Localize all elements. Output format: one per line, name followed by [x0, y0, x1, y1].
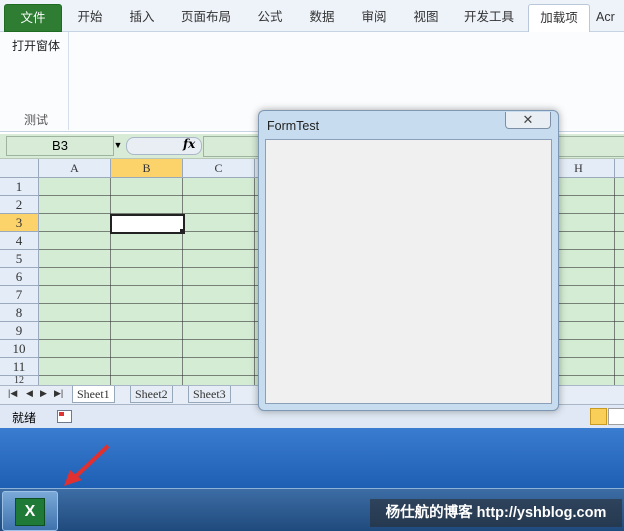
row-header-10[interactable]: 10: [0, 340, 39, 358]
row-header-11[interactable]: 11: [0, 358, 39, 376]
formtest-dialog[interactable]: FormTest ✕: [258, 110, 559, 411]
function-icon[interactable]: fx: [183, 137, 195, 151]
ribbon-group-test: 打开窗体 测试: [4, 32, 69, 130]
row-header-7[interactable]: 7: [0, 286, 39, 304]
column-header-c[interactable]: C: [183, 159, 255, 178]
dialog-body[interactable]: [265, 139, 552, 404]
row-header-6[interactable]: 6: [0, 268, 39, 286]
tab-review[interactable]: 审阅: [352, 4, 396, 30]
status-text: 就绪: [12, 411, 37, 425]
tab-data[interactable]: 数据: [300, 4, 344, 30]
prev-sheet-icon[interactable]: ◀: [26, 388, 33, 399]
column-header-partial[interactable]: [615, 159, 624, 178]
tab-acrobat[interactable]: Acr: [596, 4, 624, 30]
arrow-icon: [64, 444, 110, 486]
row-header-1[interactable]: 1: [0, 178, 39, 196]
ribbon-tab-bar: 文件 开始 插入 页面布局 公式 数据 审阅 视图 开发工具 加载项 Acr: [0, 0, 624, 33]
first-sheet-icon[interactable]: |◀: [8, 388, 17, 399]
open-form-button[interactable]: 打开窗体: [12, 37, 60, 54]
tab-developer[interactable]: 开发工具: [456, 4, 522, 30]
dialog-title: FormTest: [267, 119, 320, 133]
column-header-a[interactable]: A: [39, 159, 111, 178]
chevron-down-icon[interactable]: ▼: [112, 136, 124, 154]
tab-insert[interactable]: 插入: [120, 4, 164, 30]
active-cell-b3[interactable]: [110, 214, 185, 234]
sheet-tab-sheet1[interactable]: Sheet1: [72, 386, 115, 403]
watermark: 杨仕航的博客 http://yshblog.com: [370, 499, 622, 527]
name-box[interactable]: B3: [6, 136, 114, 156]
row-header-8[interactable]: 8: [0, 304, 39, 322]
column-header-b[interactable]: B: [111, 159, 183, 178]
next-sheet-icon[interactable]: ▶: [40, 388, 47, 399]
name-box-value: B3: [52, 138, 68, 153]
close-icon[interactable]: ✕: [505, 112, 551, 129]
excel-icon: X: [15, 498, 45, 526]
select-all-corner[interactable]: [0, 159, 39, 178]
tab-formulas[interactable]: 公式: [246, 4, 294, 30]
sheet-tab-sheet3[interactable]: Sheet3: [188, 386, 231, 403]
page-layout-icon[interactable]: [608, 408, 624, 425]
tab-page-layout[interactable]: 页面布局: [172, 4, 240, 30]
row-header-4[interactable]: 4: [0, 232, 39, 250]
normal-view-icon[interactable]: [590, 408, 607, 425]
fill-handle[interactable]: [180, 229, 185, 234]
row-header-2[interactable]: 2: [0, 196, 39, 214]
tab-home[interactable]: 开始: [68, 4, 112, 30]
taskbar-excel-button[interactable]: X: [2, 491, 58, 531]
sheet-tab-sheet2[interactable]: Sheet2: [130, 386, 173, 403]
ribbon-group-label: 测试: [23, 113, 48, 127]
macro-record-icon[interactable]: [57, 410, 72, 423]
tab-file[interactable]: 文件: [4, 4, 62, 32]
row-header-5[interactable]: 5: [0, 250, 39, 268]
tab-view[interactable]: 视图: [404, 4, 448, 30]
row-header-3[interactable]: 3: [0, 214, 39, 232]
tab-addins[interactable]: 加载项: [528, 4, 590, 33]
row-header-9[interactable]: 9: [0, 322, 39, 340]
last-sheet-icon[interactable]: ▶|: [54, 388, 63, 399]
